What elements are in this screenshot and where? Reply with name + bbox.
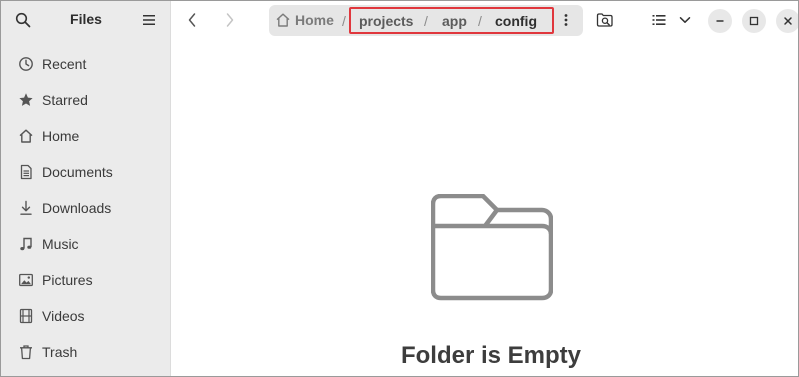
empty-state-title: Folder is Empty	[400, 342, 582, 369]
sidebar-item-label: Pictures	[42, 272, 93, 288]
breadcrumb-projects[interactable]: projects	[359, 13, 413, 29]
close-button[interactable]	[776, 9, 798, 33]
home-icon	[276, 13, 290, 27]
sidebar-item-recent[interactable]: Recent	[1, 46, 171, 82]
sidebar-item-label: Music	[42, 236, 79, 252]
star-icon	[17, 91, 35, 109]
sidebar-item-videos[interactable]: Videos	[1, 298, 171, 334]
breadcrumb-separator: /	[478, 13, 482, 29]
sidebar-item-music[interactable]: Music	[1, 226, 171, 262]
back-button[interactable]	[179, 8, 205, 32]
search-icon	[15, 12, 31, 28]
breadcrumb-config[interactable]: config	[495, 13, 537, 29]
document-icon	[17, 163, 35, 181]
sidebar-header: Files	[1, 1, 171, 39]
sidebar-item-starred[interactable]: Starred	[1, 82, 171, 118]
sidebar-item-label: Documents	[42, 164, 113, 180]
trash-icon	[17, 343, 35, 361]
breadcrumb-app[interactable]: app	[442, 13, 467, 29]
minimize-icon	[716, 20, 724, 22]
breadcrumb-home-label: Home	[295, 12, 334, 28]
search-button[interactable]	[11, 8, 35, 32]
maximize-icon	[749, 16, 759, 26]
sidebar-item-label: Home	[42, 128, 80, 144]
music-note-icon	[17, 235, 35, 253]
sidebar-item-label: Trash	[42, 344, 78, 360]
sidebar-item-pictures[interactable]: Pictures	[1, 262, 171, 298]
chevron-down-icon	[679, 17, 691, 23]
app-title: Files	[70, 11, 102, 27]
download-icon	[17, 199, 35, 217]
list-view-icon	[652, 15, 666, 25]
file-view[interactable]: Folder is Empty	[172, 39, 798, 376]
main-menu-button[interactable]	[137, 8, 161, 32]
files-window: Files Recent Starred Home Documents Down…	[0, 0, 799, 377]
sidebar-item-label: Recent	[42, 56, 87, 72]
film-icon	[17, 307, 35, 325]
folder-search-icon	[596, 13, 613, 27]
sidebar-item-downloads[interactable]: Downloads	[1, 190, 171, 226]
view-options-button[interactable]	[674, 8, 696, 32]
view-list-button[interactable]	[646, 8, 672, 32]
sidebar-item-label: Downloads	[42, 200, 112, 216]
breadcrumb-separator: /	[342, 13, 346, 29]
clock-icon	[17, 55, 35, 73]
sidebar-item-label: Starred	[42, 92, 88, 108]
sidebar: Files Recent Starred Home Documents Down…	[1, 1, 171, 376]
empty-folder-icon	[431, 194, 553, 301]
search-in-folder-button[interactable]	[590, 8, 620, 32]
vertical-ellipsis-icon	[564, 14, 568, 26]
breadcrumb-separator: /	[424, 13, 428, 29]
home-icon	[17, 127, 35, 145]
places-list: Recent Starred Home Documents Downloads …	[1, 46, 171, 370]
chevron-right-icon	[226, 13, 234, 27]
sidebar-item-home[interactable]: Home	[1, 118, 171, 154]
minimize-button[interactable]	[708, 9, 732, 33]
picture-icon	[17, 271, 35, 289]
header-bar: Home / projects / app / config	[172, 1, 798, 39]
chevron-left-icon	[188, 13, 196, 27]
path-menu-button[interactable]	[553, 8, 579, 32]
pathbar: Home / projects / app / config	[269, 5, 583, 36]
breadcrumb-home[interactable]: Home	[271, 9, 338, 31]
close-icon	[784, 17, 792, 25]
maximize-button[interactable]	[742, 9, 766, 33]
sidebar-item-label: Videos	[42, 308, 85, 324]
forward-button[interactable]	[217, 8, 243, 32]
sidebar-item-documents[interactable]: Documents	[1, 154, 171, 190]
sidebar-item-trash[interactable]: Trash	[1, 334, 171, 370]
hamburger-menu-icon	[143, 15, 155, 25]
